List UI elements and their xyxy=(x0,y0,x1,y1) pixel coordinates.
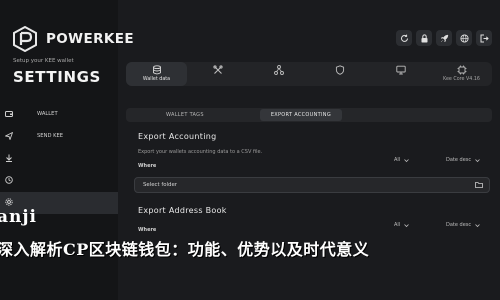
send-icon xyxy=(5,132,13,140)
sidebar-item-label: SEND KEE xyxy=(37,133,64,139)
sidebar-item-history[interactable] xyxy=(0,170,118,192)
tab-tools[interactable] xyxy=(187,62,248,86)
core-icon xyxy=(457,65,466,75)
tab-display[interactable] xyxy=(370,62,431,86)
export-accounting-filter-select[interactable]: All xyxy=(394,157,409,163)
top-toolbar xyxy=(396,30,492,46)
folder-icon xyxy=(475,182,483,188)
sidebar-item-send-kee[interactable]: SEND KEE xyxy=(0,126,118,148)
wallet-icon xyxy=(5,111,13,117)
rocket-icon xyxy=(440,34,448,42)
network-icon xyxy=(273,65,284,75)
language-button[interactable] xyxy=(456,30,472,46)
chevron-down-icon xyxy=(404,158,409,162)
tab-wallet-data[interactable]: Wallet data xyxy=(126,62,187,86)
overlay-text-fragment: anji xyxy=(0,207,37,227)
app-logo: POWERKEE xyxy=(12,26,134,52)
database-icon xyxy=(152,65,161,75)
wallet-data-subtabs: WALLET TAGS EXPORT ACCOUNTING xyxy=(126,108,492,122)
export-accounting-sort-select[interactable]: Date desc xyxy=(446,157,480,163)
folder-placeholder: Select folder xyxy=(143,182,177,188)
chevron-down-icon xyxy=(404,223,409,227)
settings-icon xyxy=(5,198,13,206)
overlay-headline: 深入解析CP区块链钱包：功能、优势以及时代意义 xyxy=(0,240,370,259)
history-icon xyxy=(5,176,13,184)
shield-icon xyxy=(335,65,344,75)
chevron-down-icon xyxy=(475,158,480,162)
subtab-export-accounting[interactable]: EXPORT ACCOUNTING xyxy=(259,109,342,121)
rocket-button[interactable] xyxy=(436,30,452,46)
tab-kee-core[interactable]: Kee Core V4.16 xyxy=(431,62,492,86)
receive-icon xyxy=(6,154,12,162)
sync-icon xyxy=(400,34,408,42)
setup-label: Setup your KEE wallet xyxy=(13,58,74,64)
page-title: SETTINGS xyxy=(13,68,101,86)
export-accounting-where-label: Where xyxy=(138,163,157,169)
tab-label: Kee Core V4.16 xyxy=(443,77,480,82)
sidebar-item-label: WALLET xyxy=(37,111,58,117)
sort-value: Date desc xyxy=(446,222,472,228)
app-name: POWERKEE xyxy=(46,31,134,47)
sync-button[interactable] xyxy=(396,30,412,46)
tab-security[interactable] xyxy=(309,62,370,86)
sidebar-nav: WALLET SEND KEE xyxy=(0,104,118,214)
globe-icon xyxy=(459,33,469,43)
filter-value: All xyxy=(394,157,401,163)
lock-button[interactable] xyxy=(416,30,432,46)
tools-icon xyxy=(212,65,223,74)
exit-icon xyxy=(480,34,489,42)
export-address-book-title: Export Address Book xyxy=(138,206,227,215)
display-icon xyxy=(395,65,406,75)
tab-network[interactable] xyxy=(248,62,309,86)
sidebar-item-receive[interactable] xyxy=(0,148,118,170)
settings-tabs: Wallet data Kee Core V4.16 xyxy=(126,62,492,86)
chevron-down-icon xyxy=(475,223,480,227)
sort-value: Date desc xyxy=(446,157,472,163)
tab-label: Wallet data xyxy=(142,77,171,82)
export-address-book-sort-select[interactable]: Date desc xyxy=(446,222,480,228)
powerkee-logo-icon xyxy=(13,26,37,52)
lock-icon xyxy=(421,33,427,42)
export-address-book-filter-select[interactable]: All xyxy=(394,222,409,228)
subtab-wallet-tags[interactable]: WALLET TAGS xyxy=(166,112,204,118)
export-accounting-description: Export your wallets accounting data to a… xyxy=(138,149,263,155)
export-address-book-where-label: Where xyxy=(138,227,157,233)
sidebar-item-wallet[interactable]: WALLET xyxy=(0,104,118,126)
export-accounting-folder-select[interactable]: Select folder xyxy=(134,177,490,193)
exit-button[interactable] xyxy=(476,30,492,46)
filter-value: All xyxy=(394,222,401,228)
export-accounting-title: Export Accounting xyxy=(138,132,217,141)
